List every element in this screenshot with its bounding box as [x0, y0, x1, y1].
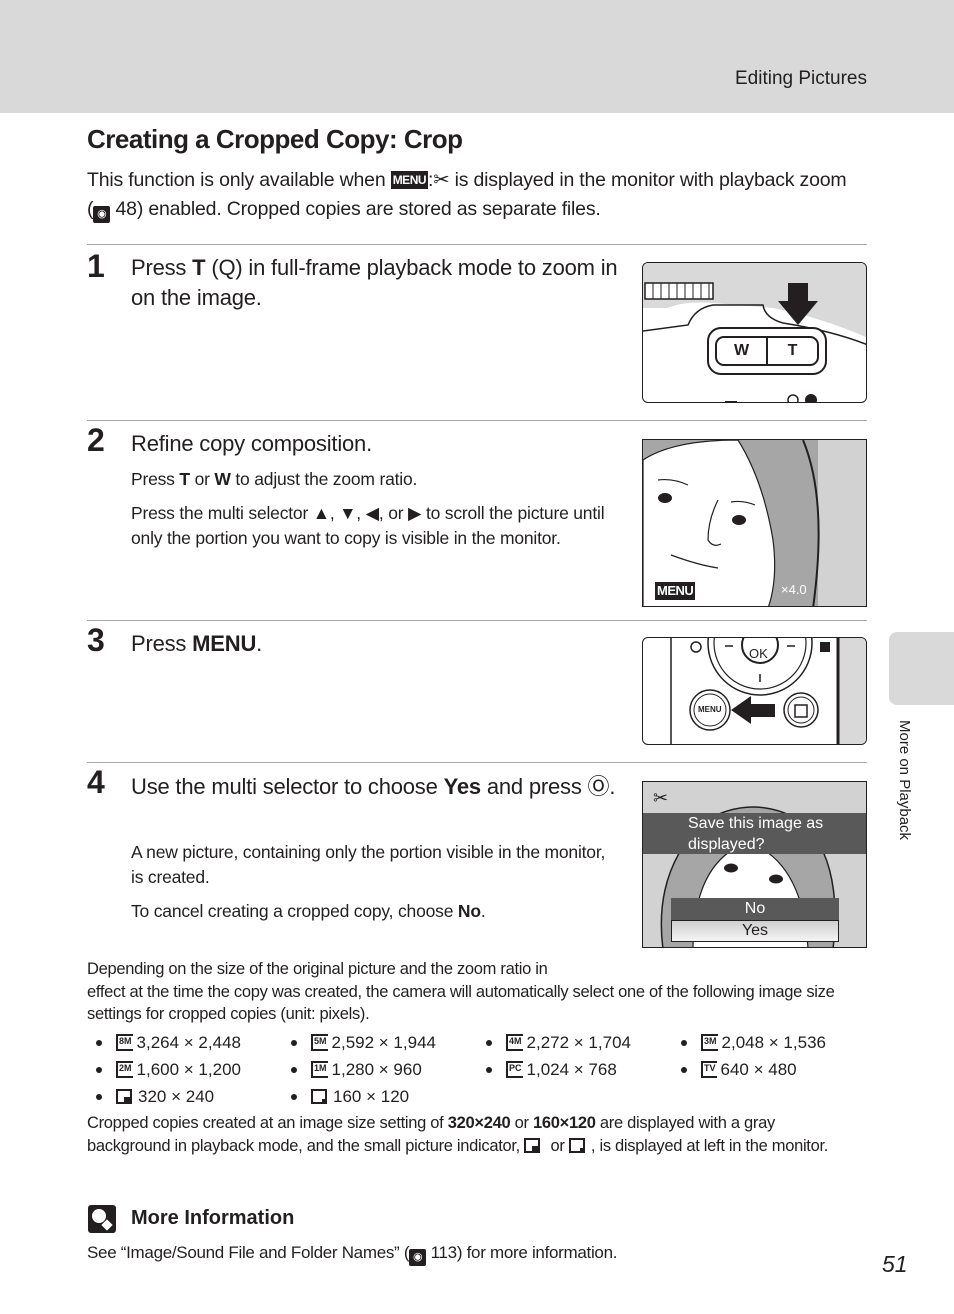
divider [87, 762, 867, 763]
menu-button: MENU [698, 705, 722, 714]
image-size-icon: 1M [311, 1061, 328, 1078]
size-item: 160 × 120 [291, 1085, 486, 1108]
ok-button: OK [749, 646, 768, 661]
size-item: 2M 1,600 × 1,200 [96, 1058, 291, 1081]
image-size-icon: 8M [116, 1034, 133, 1051]
more-info-icon [88, 1205, 116, 1233]
page-reference-icon: ◉ [409, 1249, 427, 1266]
zoom-ratio: ×4.0 [781, 582, 807, 597]
step-heading: Press T (Q) in full-frame playback mode … [131, 255, 618, 310]
size-item: 1M 1,280 × 960 [291, 1058, 486, 1081]
size-item: 8M 3,264 × 2,448 [96, 1031, 291, 1054]
page-title: Creating a Cropped Copy: Crop [87, 124, 463, 154]
step-number: 3 [87, 622, 105, 658]
size-item: PC 1,024 × 768 [486, 1058, 681, 1081]
t-button-label: T [192, 255, 206, 280]
more-info-text: See “Image/Sound File and Folder Names” … [87, 1243, 617, 1266]
menu-button-label: MENU [192, 631, 257, 656]
divider [87, 244, 867, 245]
confirm-dialog-illustration: ✂ Save this image as displayed? No Yes [642, 781, 867, 948]
more-info-title: More Information [131, 1207, 295, 1229]
size-item: 3M 2,048 × 1,536 [681, 1031, 856, 1054]
divider [87, 420, 867, 421]
page-number: 51 [882, 1251, 908, 1277]
w-button: W [717, 338, 768, 364]
step-number: 1 [87, 248, 105, 284]
size-note: Depending on the size of the original pi… [87, 960, 835, 1023]
side-tab [889, 632, 954, 705]
image-size-icon: 4M [506, 1034, 523, 1051]
header-band [0, 0, 954, 113]
dialog-prompt: Save this image as displayed? [643, 813, 866, 854]
small-picture-icon [524, 1137, 541, 1153]
scissors-icon: :✂ [698, 582, 716, 599]
image-size-icon: PC [506, 1061, 523, 1078]
step-body: A new picture, containing only the porti… [131, 842, 606, 921]
menu-icon: MENU [655, 582, 696, 600]
page-reference-icon: ◉ [93, 206, 111, 223]
monitor-zoomed-illustration: MENU :✂ ×4.0 [642, 439, 867, 607]
small-picture-icon [116, 1089, 132, 1104]
option-yes[interactable]: Yes [671, 920, 839, 942]
menu-icon: MENU [390, 171, 429, 189]
step-number: 4 [87, 764, 105, 800]
image-size-icon: 3M [701, 1034, 718, 1051]
step-heading: Use the multi selector to choose Yes and… [131, 774, 616, 799]
size-item: 320 × 240 [96, 1085, 291, 1108]
size-item: 4M 2,272 × 1,704 [486, 1031, 681, 1054]
section-title: Editing Pictures [734, 68, 867, 89]
zoom-in-icon: Q [218, 255, 236, 280]
size-item: TV 640 × 480 [681, 1058, 856, 1081]
zoom-button-illustration: W T [642, 262, 867, 403]
step-heading: Refine copy composition. [131, 431, 372, 456]
t-button: T [787, 342, 798, 359]
scissors-icon: :✂ [428, 169, 450, 191]
gray-background-note: Cropped copies created at an image size … [87, 1114, 829, 1155]
ok-icon: Ⓞ [587, 774, 610, 799]
divider [87, 620, 867, 621]
side-tab-label: More on Playback [896, 720, 913, 841]
intro-paragraph: This function is only available when MEN… [87, 166, 847, 224]
option-no[interactable]: No [671, 898, 839, 920]
step-heading: Press MENU. [131, 631, 263, 656]
size-item: 5M 2,592 × 1,944 [291, 1031, 486, 1054]
smaller-picture-icon [568, 1137, 585, 1153]
zoom-rocker: W T [707, 327, 827, 375]
image-size-icon: 5M [311, 1034, 328, 1051]
scissors-icon: ✂ [653, 788, 669, 808]
size-list: 8M 3,264 × 2,448 5M 2,592 × 1,944 4M 2,272 … [96, 1031, 856, 1108]
menu-button-illustration: OK MENU [642, 637, 867, 745]
smaller-picture-icon [311, 1089, 327, 1104]
image-size-icon: 2M [116, 1061, 133, 1078]
step-number: 2 [87, 422, 105, 458]
step-body: Press T or W to adjust the zoom ratio. P… [131, 469, 605, 548]
image-size-icon: TV [701, 1061, 717, 1078]
